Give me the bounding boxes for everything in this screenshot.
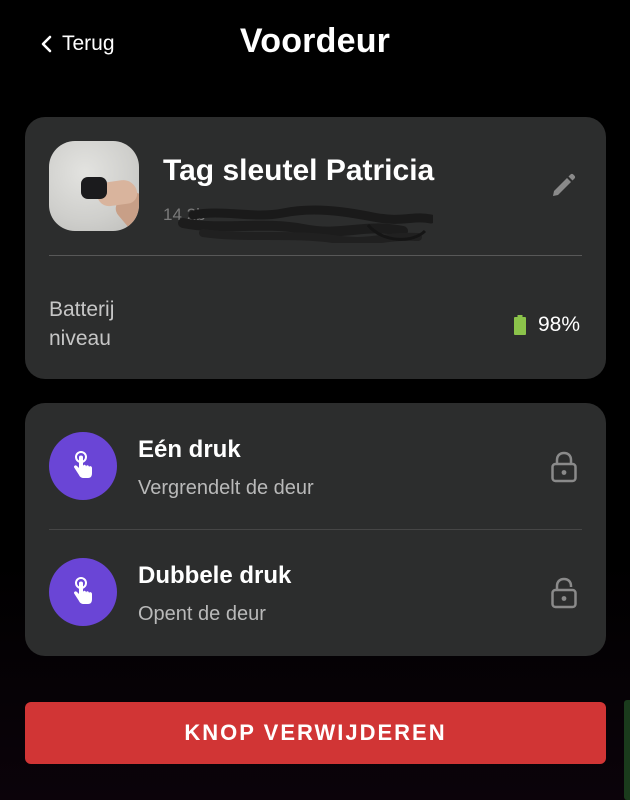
action-description: Vergrendelt de deur (138, 477, 314, 499)
action-single-press[interactable]: Eén druk Vergrendelt de deur (25, 403, 606, 529)
delete-button[interactable]: KNOP VERWIJDEREN (25, 702, 606, 764)
battery-value: 98% (537, 313, 580, 336)
lock-open-icon (551, 577, 577, 609)
redaction-scribble (178, 205, 433, 243)
tag-name: Tag sleutel Patricia (163, 154, 435, 187)
hand-press-icon (74, 451, 92, 478)
action-description: Opent de deur (138, 603, 266, 625)
action-title: Eén druk (138, 436, 241, 463)
lock-closed-icon (551, 451, 577, 483)
tag-photo (49, 141, 139, 231)
action-title: Dubbele druk (138, 562, 292, 589)
action-double-press[interactable]: Dubbele druk Opent de deur (25, 529, 606, 655)
action-icon-circle (49, 558, 117, 626)
action-icon-circle (49, 432, 117, 500)
hand-press-icon (74, 577, 92, 604)
pencil-icon (553, 173, 576, 196)
edge-strip (624, 700, 630, 800)
battery-status: 98% (513, 313, 580, 337)
actions-card: Eén druk Vergrendelt de deur Dubbele dru… (25, 403, 606, 656)
battery-icon (513, 315, 526, 335)
header: Terug Voordeur (0, 0, 630, 90)
divider (49, 255, 582, 256)
page-title: Voordeur (239, 22, 391, 60)
battery-label: Batterij niveau (49, 298, 115, 350)
tag-card: Tag sleutel Patricia 14 2b Batterij nive… (25, 117, 606, 379)
edit-button[interactable] (549, 172, 577, 200)
tag-subtitle-redacted: 14 2b (163, 203, 433, 243)
